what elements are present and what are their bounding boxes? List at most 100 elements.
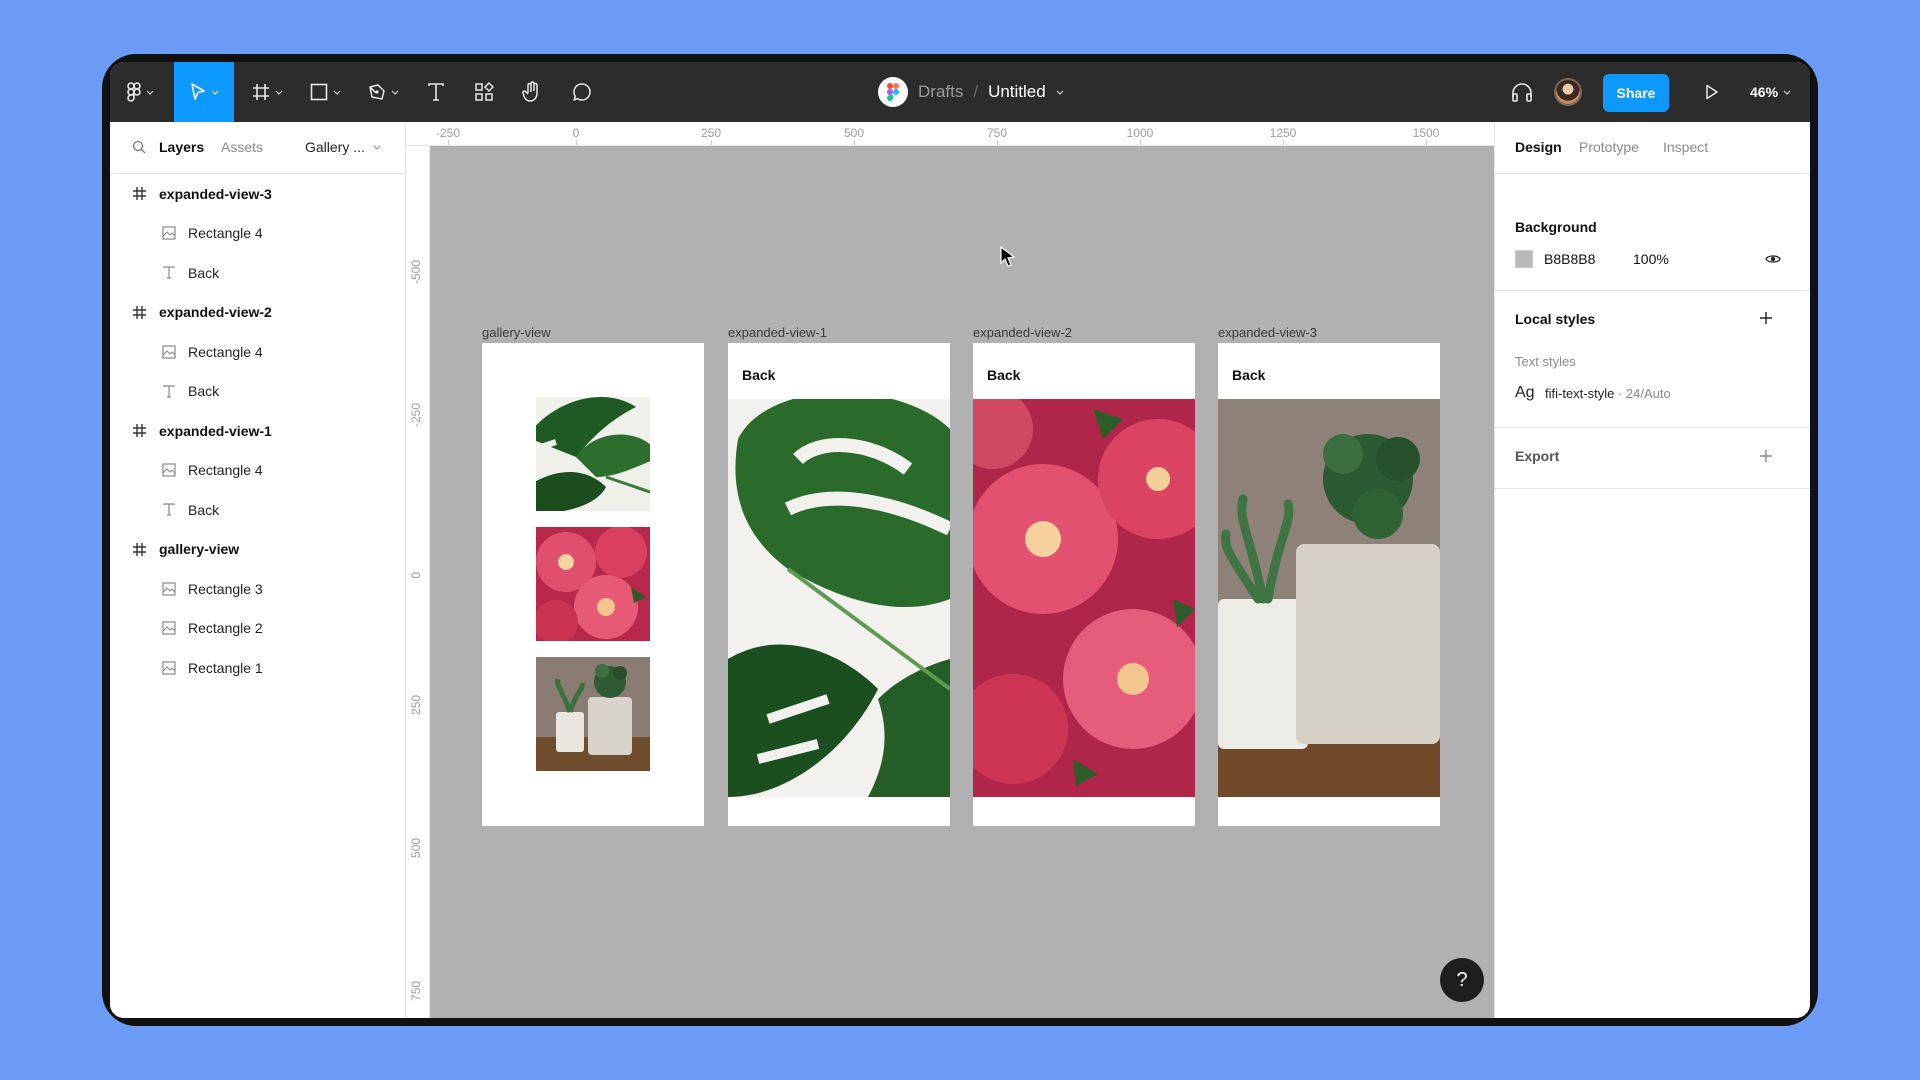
layer-row[interactable]: Rectangle 3 <box>110 569 406 608</box>
layer-row[interactable]: Back <box>110 490 406 529</box>
ruler-tick-label: 500 <box>843 126 865 140</box>
search-icon[interactable] <box>132 140 146 154</box>
background-color-swatch[interactable] <box>1515 250 1533 268</box>
shape-tool-button[interactable] <box>300 62 350 122</box>
ruler-tick-label: -250 <box>435 126 461 140</box>
canvas[interactable]: gallery-view expanded-view-1 Back expand… <box>430 146 1494 1018</box>
back-text[interactable]: Back <box>1232 367 1265 383</box>
image-layer-icon <box>161 620 177 636</box>
move-tool-button[interactable] <box>174 62 234 122</box>
figma-menu-icon <box>126 82 141 102</box>
image-layer-icon <box>161 462 177 478</box>
layer-row[interactable]: Rectangle 4 <box>110 214 406 253</box>
text-style-item[interactable]: fifi-text-style · 24/Auto <box>1545 386 1671 401</box>
mouse-cursor-icon <box>1000 246 1016 267</box>
present-button[interactable] <box>1692 62 1732 122</box>
pen-icon <box>368 84 385 100</box>
layer-row[interactable]: Rectangle 2 <box>110 609 406 648</box>
add-export-plus-icon[interactable] <box>1759 449 1773 463</box>
expanded-view-2-frame[interactable]: Back <box>973 343 1195 826</box>
layer-label: Back <box>188 383 220 399</box>
hand-icon <box>522 81 538 102</box>
play-icon <box>1706 84 1718 100</box>
layer-frame-row[interactable]: expanded-view-3 <box>110 174 406 213</box>
image-layer-icon <box>161 225 177 241</box>
text-layer-icon <box>161 383 177 399</box>
chevron-down-icon[interactable] <box>373 145 381 150</box>
resources-button[interactable] <box>464 62 504 122</box>
file-name[interactable]: Untitled <box>988 82 1046 102</box>
tab-design[interactable]: Design <box>1515 139 1562 155</box>
add-style-plus-icon[interactable] <box>1759 311 1773 325</box>
ruler-tick <box>1283 140 1284 145</box>
ruler-tick-label: 0 <box>572 126 580 140</box>
image-layer-icon <box>161 660 177 676</box>
text-tool-button[interactable] <box>416 62 456 122</box>
tab-prototype[interactable]: Prototype <box>1579 139 1639 155</box>
page-selector[interactable]: Gallery ... <box>305 139 365 155</box>
tab-inspect[interactable]: Inspect <box>1663 139 1708 155</box>
background-opacity-value[interactable]: 100% <box>1633 251 1669 267</box>
rectangle-4-dahlia-image[interactable] <box>973 399 1195 797</box>
frame-tool-button[interactable] <box>242 62 292 122</box>
local-styles-title: Local styles <box>1515 311 1596 327</box>
layer-frame-row[interactable]: expanded-view-1 <box>110 411 406 450</box>
figma-window: Drafts / Untitled Share 46% Layers Asset… <box>110 62 1810 1018</box>
rectangle-3-monstera-image[interactable] <box>536 397 650 511</box>
main-menu-button[interactable] <box>120 62 160 122</box>
layer-label: Back <box>188 264 220 281</box>
ruler-tick-label: 250 <box>700 126 722 140</box>
divider <box>1495 290 1810 291</box>
help-button[interactable]: ? <box>1440 958 1484 1002</box>
comment-tool-button[interactable] <box>562 62 602 122</box>
layer-label: Rectangle 4 <box>188 225 263 241</box>
layer-row[interactable]: Rectangle 1 <box>110 648 406 687</box>
rectangle-1-cactus-image[interactable] <box>536 657 650 771</box>
chevron-down-icon <box>391 90 398 95</box>
hand-tool-button[interactable] <box>512 62 552 122</box>
back-text[interactable]: Back <box>987 367 1020 383</box>
frame-label-expanded-view-1[interactable]: expanded-view-1 <box>728 325 827 340</box>
frame-label-expanded-view-2[interactable]: expanded-view-2 <box>973 325 1072 340</box>
background-hex-value[interactable]: B8B8B8 <box>1544 251 1595 267</box>
frame-label-expanded-view-3[interactable]: expanded-view-3 <box>1218 325 1317 340</box>
chevron-down-icon[interactable] <box>1056 90 1064 95</box>
audio-button[interactable] <box>1502 62 1542 122</box>
ruler-tick <box>448 140 449 145</box>
layer-frame-row[interactable]: gallery-view <box>110 530 406 569</box>
layer-row[interactable]: Rectangle 4 <box>110 332 406 371</box>
zoom-value: 46% <box>1750 84 1779 100</box>
divider <box>1495 488 1810 489</box>
pen-tool-button[interactable] <box>358 62 408 122</box>
layer-row[interactable]: Back <box>110 253 406 292</box>
tab-layers[interactable]: Layers <box>159 139 204 155</box>
expanded-view-3-frame[interactable]: Back <box>1218 343 1440 826</box>
zoom-control[interactable]: 46% <box>1750 62 1791 122</box>
user-avatar[interactable] <box>1554 78 1582 106</box>
layer-row[interactable]: Back <box>110 372 406 411</box>
tab-assets[interactable]: Assets <box>221 139 263 155</box>
rectangle-4-monstera-image[interactable] <box>728 399 950 797</box>
layers-panel: Layers Assets Gallery ... expanded-view-… <box>110 122 406 1018</box>
gallery-view-frame[interactable] <box>482 343 704 826</box>
layer-row[interactable]: Rectangle 4 <box>110 451 406 490</box>
expanded-view-1-frame[interactable]: Back <box>728 343 950 826</box>
frame-label-gallery-view[interactable]: gallery-view <box>482 325 551 340</box>
share-button[interactable]: Share <box>1603 74 1669 112</box>
divider <box>1495 427 1810 428</box>
eye-visibility-icon[interactable] <box>1765 253 1781 265</box>
chevron-down-icon <box>211 90 218 95</box>
vertical-ruler: -500 -250 0 250 500 750 <box>406 146 430 1018</box>
layer-frame-row[interactable]: expanded-view-2 <box>110 293 406 332</box>
frame-hash-icon <box>131 541 147 557</box>
ruler-tick-label: 250 <box>409 694 423 715</box>
headphones-icon <box>1512 83 1532 102</box>
horizontal-ruler: -250 0 250 500 750 1000 1250 1500 <box>406 122 1494 146</box>
back-text[interactable]: Back <box>742 367 775 383</box>
breadcrumb-drafts[interactable]: Drafts <box>918 82 963 102</box>
rectangle-4-cactus-image[interactable] <box>1218 399 1440 797</box>
layer-label: Rectangle 3 <box>188 580 263 597</box>
layer-label: expanded-view-1 <box>159 422 272 439</box>
text-layer-icon <box>161 502 177 518</box>
rectangle-2-dahlia-image[interactable] <box>536 527 650 641</box>
